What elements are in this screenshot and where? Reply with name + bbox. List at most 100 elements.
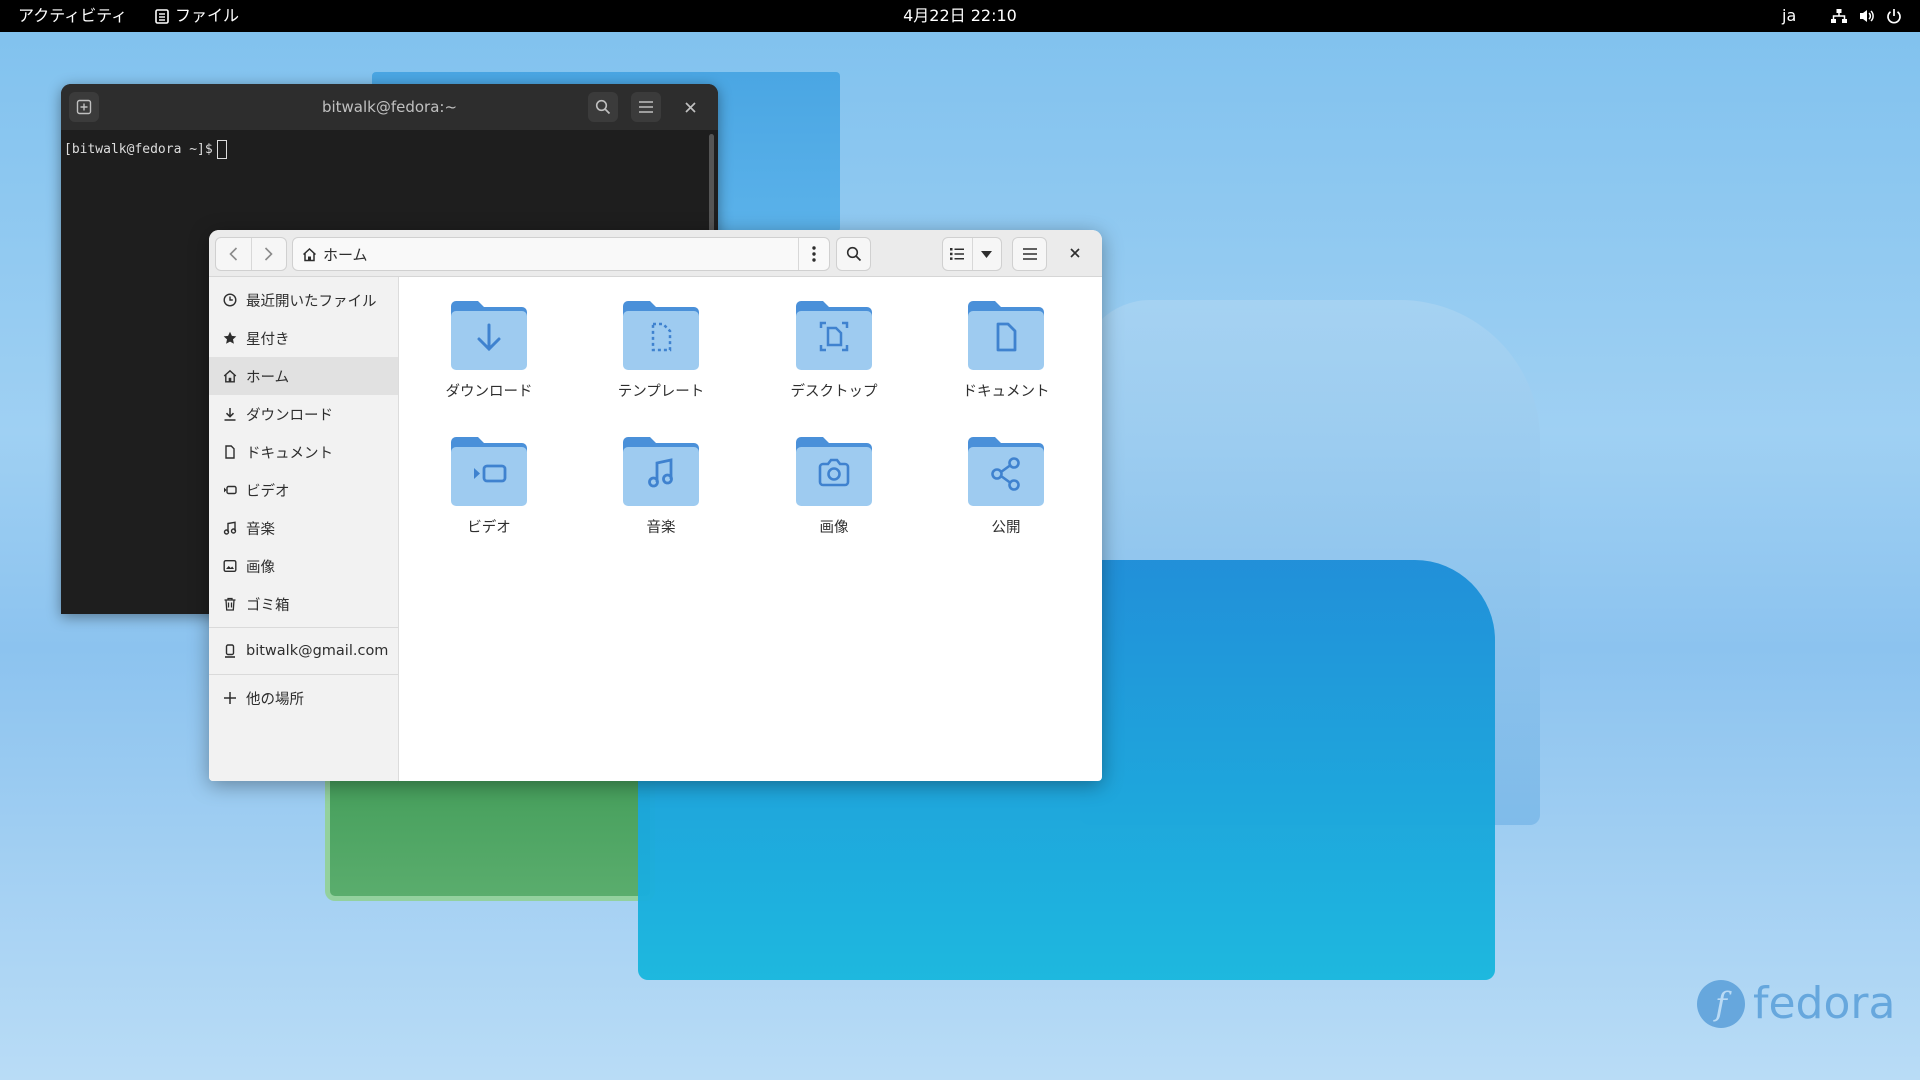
- folder-label: 公開: [991, 520, 1021, 536]
- power-icon: [1887, 9, 1901, 24]
- plus-icon: [224, 692, 236, 704]
- system-menu[interactable]: [1830, 0, 1902, 32]
- home-icon: [223, 369, 237, 383]
- folder-label: ダウンロード: [445, 384, 533, 400]
- download-icon: [224, 408, 236, 421]
- sidebar-item-label: 最近開いたファイル: [246, 293, 377, 310]
- fedora-logo-mark: f: [1697, 979, 1745, 1028]
- terminal-prompt: [bitwalk@fedora ~]$: [64, 142, 213, 157]
- sidebar-separator: [209, 674, 398, 675]
- image-icon: [223, 560, 237, 573]
- folder-icon: [966, 292, 1046, 372]
- clock-icon: [223, 293, 237, 307]
- folder-documents[interactable]: ドキュメント: [936, 292, 1076, 412]
- sidebar-item-label: 音楽: [246, 521, 275, 538]
- trash-icon: [224, 597, 236, 611]
- hamburger-icon: [1022, 248, 1037, 260]
- sidebar-separator: [209, 627, 398, 628]
- sidebar-item-label: ダウンロード: [246, 407, 333, 424]
- input-source-indicator[interactable]: ja: [1782, 0, 1796, 32]
- path-home-crumb[interactable]: ホーム: [293, 244, 798, 265]
- top-bar: アクティビティ ファイル 4月22日 22:10 ja: [0, 0, 1920, 32]
- files-sidebar: 最近開いたファイル 星付き ホーム ダウンロード ドキュメント ビデオ 音楽 画…: [209, 277, 399, 781]
- folder-label: テンプレート: [617, 384, 705, 400]
- terminal-title: bitwalk@fedora:~: [321, 98, 458, 116]
- terminal-menu-button[interactable]: [631, 92, 661, 122]
- folder-public[interactable]: 公開: [936, 428, 1076, 548]
- folder-music[interactable]: 音楽: [591, 428, 731, 548]
- chevron-left-icon: [229, 247, 237, 261]
- online-account-icon: [225, 644, 235, 658]
- path-menu-button[interactable]: [798, 238, 829, 270]
- close-icon: [1070, 248, 1080, 258]
- files-header[interactable]: ホーム: [209, 230, 1102, 277]
- chevron-right-icon: [265, 247, 273, 261]
- clock[interactable]: 4月22日 22:10: [903, 6, 1017, 25]
- sidebar-item-label: 星付き: [246, 331, 290, 348]
- sidebar-item-music[interactable]: 音楽: [209, 509, 398, 547]
- files-app-icon: [155, 8, 169, 24]
- list-view-button[interactable]: [943, 238, 972, 270]
- folder-label: ビデオ: [467, 520, 511, 536]
- app-menu-label: ファイル: [175, 6, 240, 25]
- folder-templates[interactable]: テンプレート: [591, 292, 731, 412]
- sidebar-item-label: 他の場所: [246, 691, 304, 708]
- view-toggle-group: [942, 237, 1002, 271]
- vertical-dots-icon: [812, 246, 816, 262]
- activities-button[interactable]: アクティビティ: [18, 0, 127, 32]
- sidebar-item-trash[interactable]: ゴミ箱: [209, 585, 398, 623]
- sidebar-item-label: ドキュメント: [246, 445, 333, 462]
- sidebar-item-home[interactable]: ホーム: [209, 357, 398, 395]
- sidebar-item-label: ビデオ: [246, 483, 290, 500]
- folder-videos[interactable]: ビデオ: [419, 428, 559, 548]
- list-view-icon: [950, 248, 965, 260]
- terminal-search-button[interactable]: [588, 92, 618, 122]
- terminal-cursor: [216, 140, 227, 159]
- folder-desktop[interactable]: デスクトップ: [764, 292, 904, 412]
- folder-downloads[interactable]: ダウンロード: [419, 292, 559, 412]
- fedora-logo-text: fedora: [1753, 978, 1896, 1029]
- home-icon: [302, 247, 317, 261]
- files-search-button[interactable]: [836, 237, 871, 271]
- forward-button[interactable]: [250, 238, 287, 270]
- terminal-header[interactable]: bitwalk@fedora:~: [61, 84, 718, 130]
- files-window[interactable]: ホーム 最近開いたファイル 星付き ホーム ダウンロード ドキュメント ビデオ …: [209, 230, 1102, 781]
- search-icon: [846, 246, 861, 262]
- path-label: ホーム: [323, 245, 368, 264]
- navigation-buttons: [215, 237, 287, 271]
- sidebar-item-label: bitwalk@gmail.com: [246, 643, 389, 659]
- files-menu-button[interactable]: [1012, 237, 1047, 271]
- fedora-logo: f fedora: [1697, 978, 1895, 1029]
- app-menu[interactable]: ファイル: [155, 0, 239, 32]
- document-icon: [225, 445, 235, 459]
- network-icon: [1831, 9, 1847, 23]
- music-icon: [223, 521, 237, 535]
- sidebar-item-downloads[interactable]: ダウンロード: [209, 395, 398, 433]
- folder-icon: [621, 292, 701, 372]
- chevron-down-icon: [981, 250, 993, 258]
- files-close-button[interactable]: [1063, 241, 1087, 265]
- sidebar-item-account[interactable]: bitwalk@gmail.com: [209, 632, 398, 670]
- sidebar-item-pictures[interactable]: 画像: [209, 547, 398, 585]
- terminal-content[interactable]: [bitwalk@fedora ~]$: [61, 130, 718, 169]
- back-button[interactable]: [216, 238, 251, 270]
- folder-pictures[interactable]: 画像: [764, 428, 904, 548]
- sidebar-item-videos[interactable]: ビデオ: [209, 471, 398, 509]
- close-icon: [684, 101, 696, 113]
- sidebar-item-label: ゴミ箱: [246, 597, 290, 614]
- sidebar-item-documents[interactable]: ドキュメント: [209, 433, 398, 471]
- volume-icon: [1860, 10, 1874, 22]
- folder-label: デスクトップ: [790, 384, 878, 400]
- search-icon: [595, 99, 611, 115]
- sidebar-item-starred[interactable]: 星付き: [209, 319, 398, 357]
- clock-container: 4月22日 22:10: [0, 0, 1920, 32]
- hamburger-icon: [639, 101, 653, 113]
- path-bar[interactable]: ホーム: [292, 237, 830, 271]
- view-options-button[interactable]: [971, 238, 1002, 270]
- sidebar-item-label: ホーム: [246, 369, 290, 386]
- folder-icon: [449, 428, 529, 508]
- sidebar-item-other-locations[interactable]: 他の場所: [209, 679, 398, 717]
- sidebar-item-label: 画像: [246, 559, 275, 576]
- sidebar-item-recent[interactable]: 最近開いたファイル: [209, 281, 398, 319]
- terminal-close-button[interactable]: [675, 92, 705, 122]
